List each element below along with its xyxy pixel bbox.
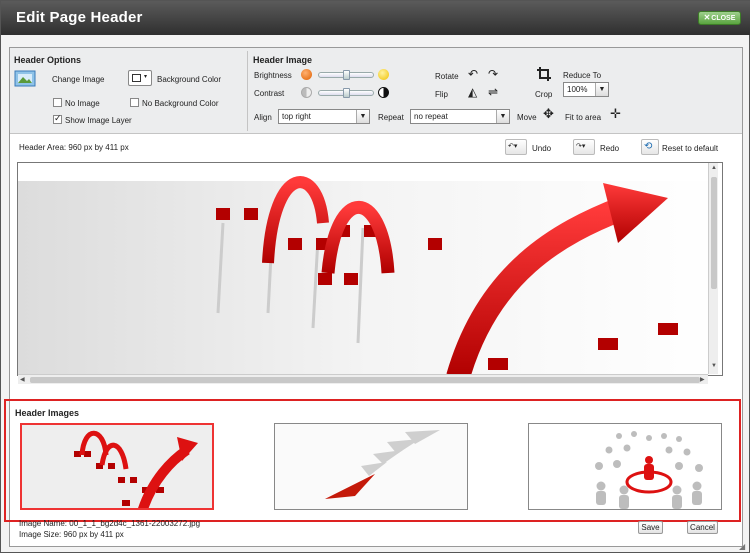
repeat-value: no repeat [414, 112, 448, 121]
reduce-to-label: Reduce To [563, 71, 602, 80]
chevron-down-icon: ▼ [496, 110, 509, 123]
brightness-thumb[interactable] [343, 70, 350, 80]
save-button[interactable]: Save [638, 521, 663, 534]
contrast-label: Contrast [254, 89, 285, 98]
move-label: Move [517, 113, 537, 122]
divider [247, 51, 248, 131]
flip-vertical-icon[interactable]: ⇌ [488, 86, 498, 98]
change-image-icon[interactable] [14, 69, 38, 89]
fit-to-area-label: Fit to area [565, 113, 602, 122]
header-area-info: Header Area: 960 px by 411 px [19, 143, 129, 152]
close-icon: ✕ [703, 13, 711, 22]
header-image-thumb-paper-planes[interactable] [274, 423, 468, 510]
no-image-checkbox[interactable] [53, 98, 62, 107]
align-label: Align [254, 113, 272, 122]
header-image-title: Header Image [253, 55, 313, 65]
toolbar: Header Options Change Image ▾ Background… [10, 48, 742, 134]
background-color-picker[interactable]: ▾ [128, 70, 152, 86]
chevron-down-icon: ▼ [356, 110, 369, 123]
horizontal-scroll-thumb[interactable] [30, 377, 700, 383]
flip-label: Flip [435, 90, 448, 99]
brightness-low-icon [301, 69, 312, 80]
contrast-slider[interactable] [318, 88, 374, 98]
crop-label[interactable]: Crop [535, 90, 552, 99]
chevron-down-icon: ▼ [595, 83, 608, 96]
redo-icon: ↷▾ [576, 143, 586, 150]
reduce-to-select[interactable]: 100% ▼ [563, 82, 609, 97]
header-images-gallery: Header Images [4, 399, 741, 522]
rotate-label: Rotate [435, 72, 459, 81]
scroll-down-icon[interactable]: ▼ [711, 363, 717, 369]
preview-vertical-scrollbar[interactable]: ▲ ▼ [708, 163, 718, 374]
brightness-label: Brightness [254, 71, 292, 80]
hurdles-arrow-thumb-image [22, 425, 212, 508]
header-images-title: Header Images [15, 408, 80, 418]
header-image-thumb-hurdles-arrow[interactable] [20, 423, 214, 510]
vertical-scroll-thumb[interactable] [711, 177, 717, 289]
chevron-down-icon: ▾ [144, 74, 148, 80]
scroll-up-icon[interactable]: ▲ [711, 165, 717, 171]
image-size-info: Image Size: 960 px by 411 px [19, 530, 124, 539]
crop-icon[interactable] [536, 66, 552, 82]
show-image-layer-checkbox[interactable] [53, 113, 62, 124]
crowd-target-thumb-image [529, 424, 721, 509]
header-options-title: Header Options [14, 55, 82, 65]
header-preview-image [18, 163, 722, 375]
redo-button[interactable]: ↷▾ [573, 139, 595, 155]
reset-button[interactable]: ⟲ [641, 139, 659, 155]
edit-page-header-dialog: Edit Page Header ✕CLOSE Header Options C… [0, 0, 750, 553]
contrast-thumb[interactable] [343, 88, 350, 98]
no-background-color-label: No Background Color [142, 99, 219, 108]
header-image-thumb-crowd-target[interactable] [528, 423, 722, 510]
title-bar: Edit Page Header ✕CLOSE [1, 1, 750, 35]
undo-button[interactable]: ↶▾ [505, 139, 527, 155]
redo-label[interactable]: Redo [600, 144, 619, 153]
undo-label[interactable]: Undo [532, 144, 551, 153]
reset-label[interactable]: Reset to default [662, 144, 718, 153]
brightness-high-icon [378, 69, 389, 80]
rotate-right-icon[interactable]: ↷ [488, 68, 498, 80]
color-swatch [132, 74, 141, 82]
header-preview [17, 162, 723, 376]
align-select[interactable]: top right ▼ [278, 109, 370, 124]
dialog-title: Edit Page Header [16, 9, 143, 26]
brightness-slider[interactable] [318, 70, 374, 80]
preview-horizontal-scrollbar[interactable]: ◀ ▶ [18, 374, 708, 384]
reduce-to-value: 100% [567, 85, 588, 94]
repeat-select[interactable]: no repeat ▼ [410, 109, 510, 124]
background-color-label: Background Color [157, 75, 222, 84]
contrast-high-icon [378, 87, 389, 98]
fit-to-area-icon[interactable]: ✛ [610, 107, 621, 120]
resize-grip-icon[interactable]: ◢ [739, 542, 745, 551]
paper-planes-thumb-image [275, 424, 467, 509]
close-button[interactable]: ✕CLOSE [698, 11, 741, 25]
flip-horizontal-icon[interactable]: ◭ [468, 86, 477, 98]
move-icon[interactable]: ✥ [543, 107, 554, 120]
show-image-layer-label: Show Image Layer [65, 116, 132, 125]
no-image-label: No Image [65, 99, 100, 108]
change-image-link[interactable]: Change Image [52, 75, 104, 84]
repeat-label: Repeat [378, 113, 404, 122]
contrast-low-icon [301, 87, 312, 98]
scroll-left-icon[interactable]: ◀ [20, 376, 25, 383]
cancel-button[interactable]: Cancel [687, 521, 718, 534]
align-value: top right [282, 112, 311, 121]
undo-icon: ↶▾ [508, 143, 518, 150]
no-background-color-checkbox[interactable] [130, 98, 139, 107]
close-label: CLOSE [711, 15, 736, 22]
rotate-left-icon[interactable]: ↶ [468, 68, 478, 80]
image-name-info: Image Name: 00_1_1_bg2d4c_1361-22003272.… [19, 519, 201, 528]
scroll-right-icon[interactable]: ▶ [700, 376, 705, 383]
reset-icon: ⟲ [644, 141, 653, 152]
